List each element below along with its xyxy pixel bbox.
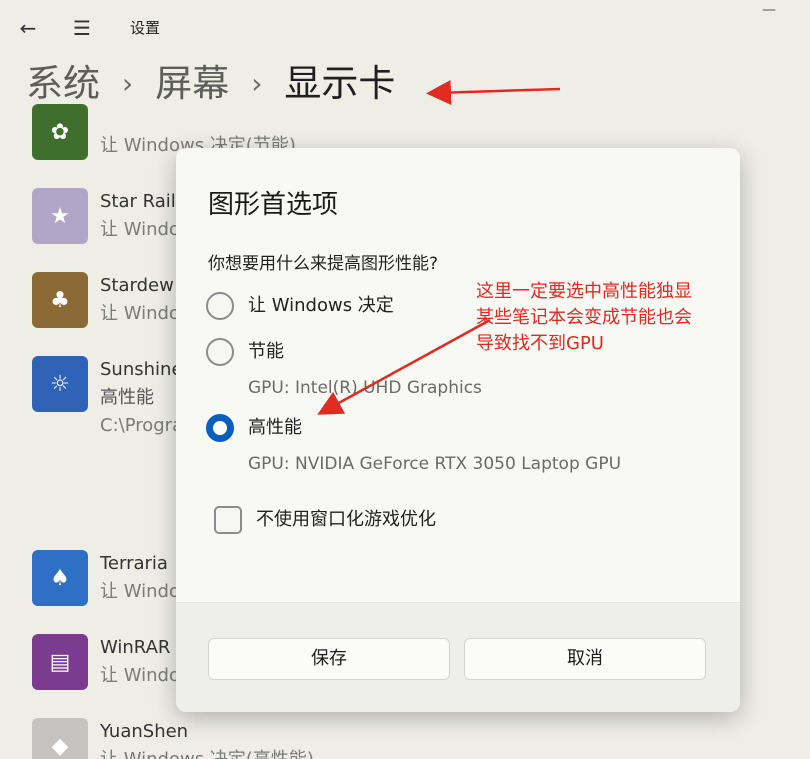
annotation-line: 这里一定要选中高性能独显	[476, 281, 692, 302]
minimize-icon[interactable]: —	[755, 3, 783, 17]
option-label: 让 Windows 决定	[248, 295, 394, 316]
dialog-title: 图形首选项	[208, 190, 339, 220]
app-setting: 让 Windows 决定(高性能)	[100, 748, 314, 759]
breadcrumb-graphics: 显示卡	[284, 62, 396, 105]
radio-button[interactable]	[206, 292, 234, 320]
app-setting: 高性能	[100, 387, 154, 408]
option-label: 节能	[248, 341, 284, 362]
annotation-note: 这里一定要选中高性能独显 某些笔记本会变成节能也会 导致找不到GPU	[476, 279, 746, 357]
title-bar: ← ☰ 设置 —	[0, 0, 810, 56]
app-setting: 让 Windo	[100, 303, 180, 324]
option-power-saving[interactable]: 节能	[206, 338, 284, 366]
terraria-icon: ♠	[32, 550, 88, 606]
app-path: C:\Progra	[100, 415, 184, 436]
save-button[interactable]: 保存	[208, 638, 450, 680]
breadcrumb-system[interactable]: 系统	[26, 59, 100, 109]
breadcrumb-chevron-icon: ›	[251, 67, 263, 100]
plant-zombie-icon: ✿	[32, 104, 88, 160]
app-name: WinRAR	[100, 637, 171, 658]
app-setting: 让 Windo	[100, 581, 180, 602]
graphics-preference-dialog: 图形首选项 你想要用什么来提高图形性能? 让 Windows 决定 节能 GPU…	[176, 148, 740, 712]
star-rail-icon: ★	[32, 188, 88, 244]
app-name: Star Rail	[100, 191, 176, 212]
checkbox[interactable]	[214, 506, 242, 534]
option-let-windows-decide[interactable]: 让 Windows 决定	[206, 292, 394, 320]
sunshine-icon: ☼	[32, 356, 88, 412]
app-name: YuanShen	[100, 721, 189, 742]
radio-button[interactable]	[206, 338, 234, 366]
breadcrumb-chevron-icon: ›	[122, 67, 134, 100]
winrar-icon: ▤	[32, 634, 88, 690]
radio-button-selected[interactable]	[206, 414, 234, 442]
dialog-question: 你想要用什么来提高图形性能?	[208, 254, 439, 274]
app-setting: 让 Windo	[100, 665, 180, 686]
dialog-footer: 保存 取消	[176, 602, 740, 712]
app-name: Terraria	[100, 553, 168, 574]
annotation-line: 导致找不到GPU	[476, 333, 604, 354]
app-name: Sunshine	[100, 359, 183, 380]
window-title: 设置	[130, 19, 161, 37]
app-name: Stardew	[100, 275, 174, 296]
stardew-icon: ♣	[32, 272, 88, 328]
windowed-optimization-option[interactable]: 不使用窗口化游戏优化	[214, 506, 436, 534]
checkbox-label: 不使用窗口化游戏优化	[256, 509, 436, 530]
gpu-info: GPU: Intel(R) UHD Graphics	[248, 378, 482, 398]
list-item[interactable]: ◆ YuanShen 让 Windows 决定(高性能)	[0, 716, 810, 759]
gpu-info: GPU: NVIDIA GeForce RTX 3050 Laptop GPU	[248, 454, 622, 474]
yuanshen-icon: ◆	[32, 718, 88, 759]
back-arrow-icon[interactable]: ←	[16, 17, 40, 39]
breadcrumb-display[interactable]: 屏幕	[155, 59, 229, 109]
option-label: 高性能	[248, 417, 302, 438]
breadcrumb: 系统 › 屏幕 › 显示卡	[26, 58, 395, 110]
cancel-button[interactable]: 取消	[464, 638, 706, 680]
app-setting: 让 Windo	[100, 219, 180, 240]
option-high-performance[interactable]: 高性能	[206, 414, 302, 442]
hamburger-menu-icon[interactable]: ☰	[70, 17, 94, 39]
annotation-line: 某些笔记本会变成节能也会	[476, 307, 692, 328]
